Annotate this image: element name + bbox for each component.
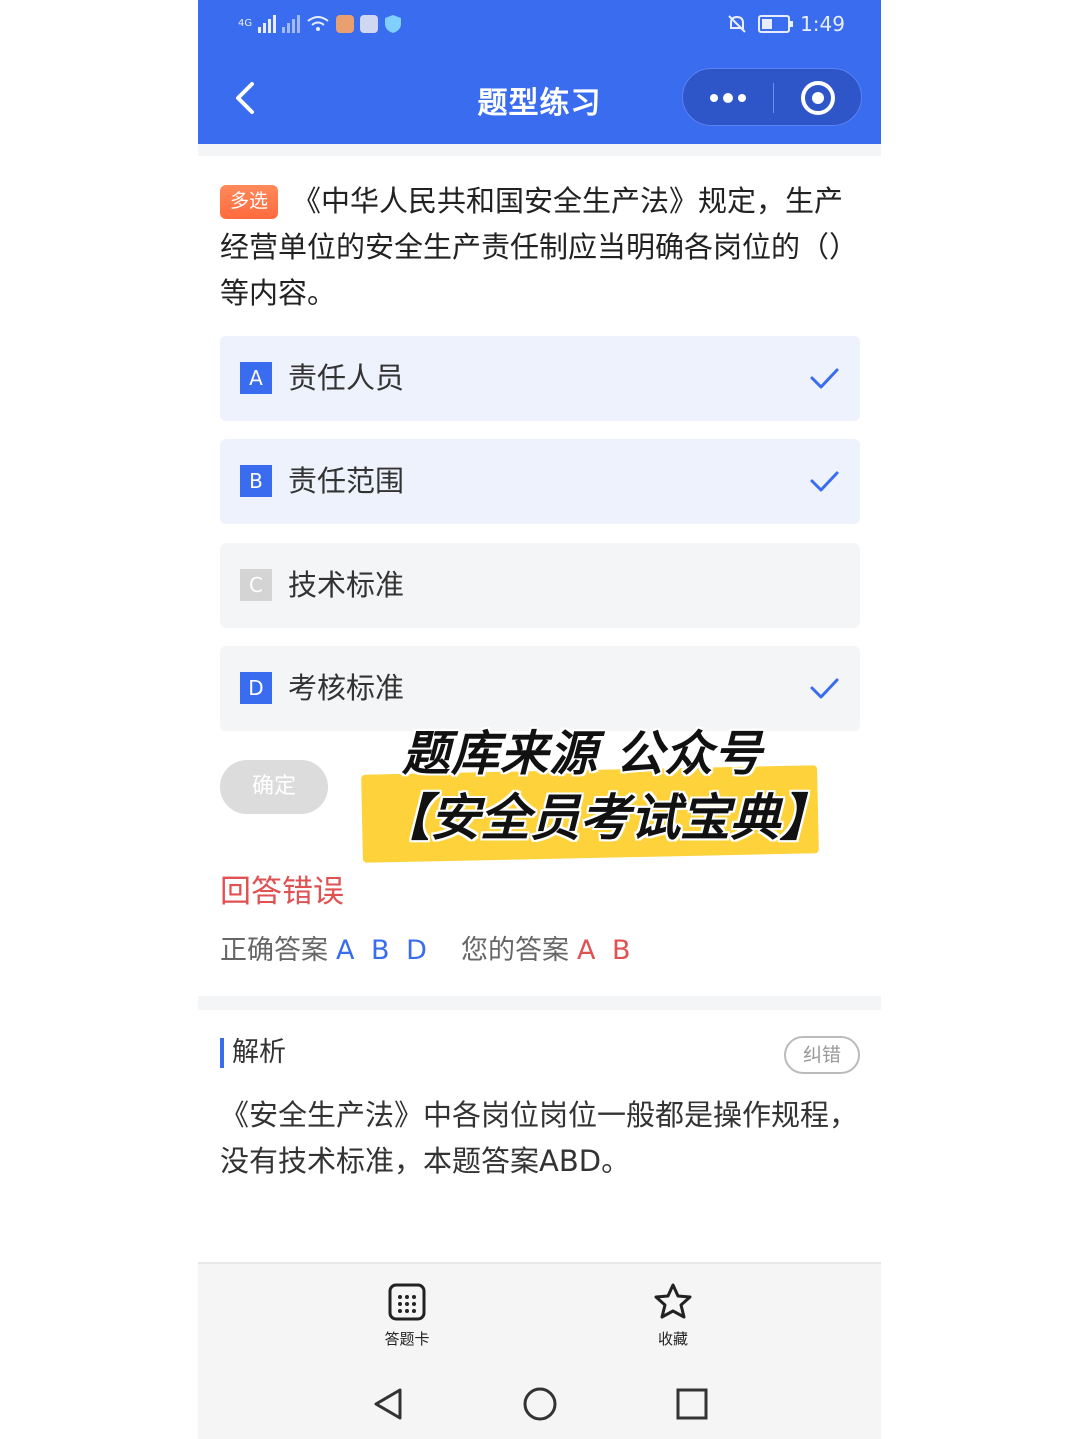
signal-2-icon xyxy=(282,15,301,33)
watermark-overlay: 题库来源 公众号 【安全员考试宝典】 xyxy=(361,712,832,863)
answer-card-tab[interactable]: 答题卡 xyxy=(347,1282,467,1352)
analysis-title: 解析 xyxy=(232,1037,286,1068)
status-bar: 4G 1:49 xyxy=(198,0,881,52)
option-text: 责任人员 xyxy=(288,361,405,395)
signal-icon xyxy=(258,15,277,33)
correct-answer-value: A B D xyxy=(336,935,431,966)
more-button[interactable] xyxy=(683,69,773,125)
watermark-line-1: 题库来源 公众号 xyxy=(402,726,763,782)
favorite-label: 收藏 xyxy=(657,1330,688,1348)
more-dots-icon xyxy=(710,93,746,103)
favorite-tab[interactable]: 收藏 xyxy=(613,1282,733,1352)
shield-icon xyxy=(385,15,402,33)
option-c[interactable]: C 技术标准 xyxy=(220,543,860,628)
correct-answer-label: 正确答案 xyxy=(220,935,328,966)
option-b[interactable]: B 责任范围 xyxy=(220,439,860,524)
nav-back-button[interactable] xyxy=(368,1382,412,1426)
nav-home-button[interactable] xyxy=(518,1382,562,1426)
your-answer-label: 您的答案 xyxy=(460,935,569,966)
check-icon xyxy=(810,471,839,492)
status-right: 1:49 xyxy=(726,12,845,36)
header-separator xyxy=(198,144,881,156)
triangle-back-icon xyxy=(374,1388,402,1420)
confirm-button[interactable]: 确定 xyxy=(220,760,328,814)
target-close-icon xyxy=(801,81,835,115)
app-notification-icon xyxy=(336,15,355,33)
analysis-accent-bar xyxy=(220,1038,224,1068)
close-mini-program-button[interactable] xyxy=(775,69,861,125)
message-notification-icon xyxy=(360,15,379,33)
square-recent-icon xyxy=(676,1388,708,1420)
watermark-line-2: 【安全员考试宝典】 xyxy=(380,789,830,847)
check-icon xyxy=(810,678,839,699)
section-separator xyxy=(198,996,881,1010)
status-time: 1:49 xyxy=(800,12,845,36)
app-header: 4G 1:49 题型练习 xyxy=(198,0,881,144)
option-text: 责任范围 xyxy=(288,464,405,498)
wifi-icon xyxy=(307,16,329,31)
question-text: 《中华人民共和国安全生产法》规定，生产经营单位的安全生产责任制应当明确各岗位的（… xyxy=(220,184,859,310)
report-error-button[interactable]: 纠错 xyxy=(784,1036,860,1074)
answer-result: 回答错误 xyxy=(220,874,344,910)
option-text: 技术标准 xyxy=(288,568,405,602)
star-icon xyxy=(654,1283,692,1319)
analysis-text: 《安全生产法》中各岗位岗位一般都是操作规程，没有技术标准，本题答案ABD。 xyxy=(220,1098,859,1178)
option-letter: B xyxy=(240,465,272,497)
answer-card-label: 答题卡 xyxy=(384,1330,430,1348)
network-label: 4G xyxy=(238,18,253,29)
battery-icon xyxy=(758,15,794,33)
nav-recent-button[interactable] xyxy=(670,1382,714,1426)
question-stem: 多选 《中华人民共和国安全生产法》规定，生产经营单位的安全生产责任制应当明确各岗位… xyxy=(220,178,862,316)
status-left: 4G xyxy=(238,14,402,34)
mini-program-capsule xyxy=(682,68,862,126)
answer-comparison: 正确答案 A B D 您的答案 A B xyxy=(220,930,635,972)
check-icon xyxy=(810,368,839,389)
question-type-badge: 多选 xyxy=(220,185,279,219)
phone-screen: 4G 1:49 题型练习 多选 《中华人民共和国安全生产法》规定，生产经营单位的… xyxy=(198,0,881,1439)
option-letter: A xyxy=(240,362,272,394)
grid-card-icon xyxy=(388,1283,426,1321)
option-letter: D xyxy=(240,672,272,704)
option-a[interactable]: A 责任人员 xyxy=(220,336,860,421)
circle-home-icon xyxy=(523,1387,557,1421)
option-letter: C xyxy=(240,569,272,601)
option-text: 考核标准 xyxy=(288,671,405,705)
bottom-bar: 答题卡 收藏 xyxy=(198,1262,881,1439)
capsule-divider xyxy=(773,83,774,113)
your-answer-value: A B xyxy=(576,935,635,966)
mute-icon xyxy=(728,15,746,33)
